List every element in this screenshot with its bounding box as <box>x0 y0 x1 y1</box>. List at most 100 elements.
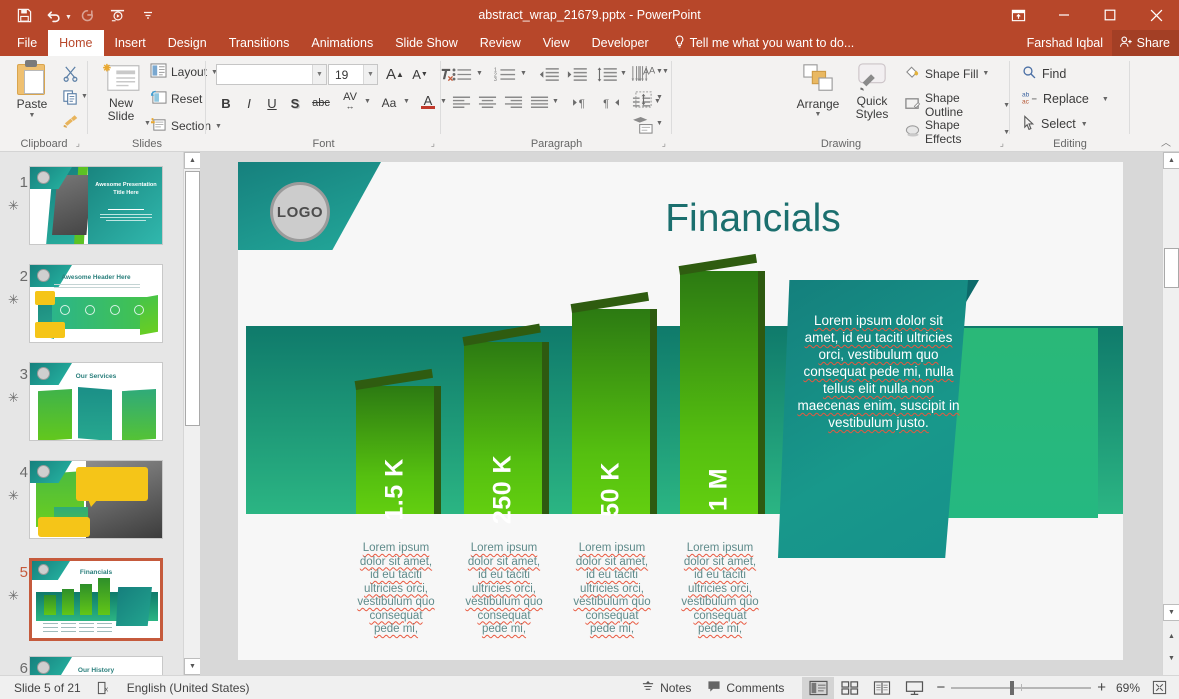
bar-caption-1[interactable]: Lorem ipsum dolor sit amet, id eu taciti… <box>357 542 435 637</box>
bold-button[interactable]: B <box>216 92 236 114</box>
zoom-in-button[interactable]: + <box>1091 676 1112 699</box>
line-spacing-dropdown-icon[interactable]: ▼ <box>620 70 627 77</box>
list-item[interactable]: 1 ✳ Awesome Presentation Title Here <box>0 166 186 246</box>
numbering-dropdown-icon[interactable]: ▼ <box>520 70 527 77</box>
canvas-scroll-down-icon[interactable]: ▼ <box>1163 604 1179 621</box>
thumb-scroll-thumb[interactable] <box>185 171 200 426</box>
thumb-scroll-up-icon[interactable]: ▲ <box>184 152 201 169</box>
tab-design[interactable]: Design <box>157 30 218 56</box>
slideshow-view-button[interactable] <box>898 677 930 699</box>
align-left-button[interactable] <box>449 92 473 112</box>
align-right-button[interactable] <box>501 92 525 112</box>
tab-file[interactable]: File <box>6 30 48 56</box>
slide-thumbnail-5[interactable]: Financials <box>29 558 163 641</box>
current-slide[interactable]: LOGO Financials 1.5 K 250 K 50 K 1 M Lor… <box>238 162 1123 660</box>
align-text-dropdown-icon[interactable]: ▼ <box>656 94 663 101</box>
list-item[interactable]: 3 ✳ Our Services <box>0 362 186 442</box>
numbering-button[interactable]: 123 <box>491 64 519 84</box>
canvas-scroll-thumb[interactable] <box>1164 248 1179 288</box>
text-direction-ltr-button[interactable]: ¶ <box>568 92 594 112</box>
drawing-dialog-launcher[interactable]: ⌟ <box>1000 138 1004 149</box>
paragraph-dialog-launcher[interactable]: ⌟ <box>662 138 666 149</box>
find-button[interactable]: Find <box>1022 65 1066 83</box>
slide-sorter-button[interactable] <box>834 677 866 699</box>
language-indicator[interactable]: English (United States) <box>119 676 258 699</box>
zoom-slider-handle[interactable] <box>1010 680 1014 695</box>
select-dropdown-icon[interactable]: ▼ <box>1081 121 1088 128</box>
zoom-slider[interactable] <box>951 676 1092 699</box>
normal-view-button[interactable] <box>802 676 835 699</box>
chart-bar-1[interactable]: 1.5 K <box>354 368 441 521</box>
arrange-dropdown-icon[interactable]: ▼ <box>815 111 822 118</box>
ribbon-display-options-icon[interactable] <box>995 0 1041 30</box>
format-painter-button[interactable] <box>58 109 84 131</box>
quick-styles-button[interactable]: Quick Styles <box>846 62 898 121</box>
tab-review[interactable]: Review <box>469 30 532 56</box>
text-direction-dropdown-icon[interactable]: ▼ <box>662 68 669 75</box>
align-center-button[interactable] <box>475 92 499 112</box>
select-button[interactable]: Select ▼ <box>1022 115 1088 133</box>
list-item[interactable]: 2 ✳ Awesome Header Here <box>0 264 186 344</box>
share-button[interactable]: Share <box>1111 30 1179 56</box>
shrink-font-button[interactable]: A ▼ <box>409 64 431 85</box>
thumbnail-pane-scrollbar[interactable]: ▲ ▼ <box>183 152 201 675</box>
bar-caption-2[interactable]: Lorem ipsum dolor sit amet, id eu taciti… <box>465 542 543 637</box>
justify-button[interactable] <box>527 92 551 112</box>
font-name-input[interactable]: ▼ <box>216 64 327 85</box>
comments-button[interactable]: Comments <box>699 676 792 699</box>
text-direction-rtl-button[interactable]: ¶ <box>598 92 624 112</box>
strikethrough-button[interactable]: abc <box>308 92 334 114</box>
list-item[interactable]: 4 ✳ <box>0 460 186 540</box>
chart-bar-3[interactable]: 50 K <box>570 291 657 517</box>
shape-outline-button[interactable]: Shape Outline ▼ <box>904 91 1010 119</box>
slide-thumbnail-6[interactable]: Our History <box>29 656 163 675</box>
align-text-button[interactable] <box>630 88 656 110</box>
bullets-button[interactable] <box>449 64 475 84</box>
slide-thumbnail-1[interactable]: Awesome Presentation Title Here <box>29 166 163 245</box>
text-shadow-button[interactable]: S <box>285 92 305 114</box>
vertical-text-button[interactable]: A <box>630 62 656 84</box>
italic-button[interactable]: I <box>239 92 259 114</box>
change-case-dropdown-icon[interactable]: ▼ <box>403 98 410 105</box>
font-size-dropdown-icon[interactable]: ▼ <box>363 65 377 84</box>
close-icon[interactable] <box>1133 0 1179 30</box>
smartart-dropdown-icon[interactable]: ▼ <box>656 120 663 127</box>
font-dialog-launcher[interactable]: ⌟ <box>431 138 435 149</box>
next-slide-icon[interactable]: ▼ <box>1163 650 1179 667</box>
tab-animations[interactable]: Animations <box>300 30 384 56</box>
justify-dropdown-icon[interactable]: ▼ <box>552 98 559 105</box>
slide-indicator[interactable]: Slide 5 of 21 <box>0 676 89 699</box>
previous-slide-icon[interactable]: ▲ <box>1163 628 1179 645</box>
zoom-out-button[interactable]: − <box>930 676 951 699</box>
accessibility-checker-icon[interactable]: x <box>89 676 119 699</box>
font-name-dropdown-icon[interactable]: ▼ <box>312 65 326 84</box>
fit-to-window-button[interactable] <box>1144 676 1179 699</box>
cut-button[interactable] <box>58 62 82 84</box>
arrange-button[interactable]: Arrange ▼ <box>794 62 842 118</box>
font-size-input[interactable]: 19 ▼ <box>328 64 378 85</box>
replace-button[interactable]: ab ac Replace ▼ <box>1022 90 1109 108</box>
change-case-button[interactable]: Aa <box>376 92 402 114</box>
new-slide-button[interactable]: New Slide <box>96 62 146 123</box>
maximize-icon[interactable] <box>1087 0 1133 30</box>
list-item[interactable]: 5 ✳ Financials <box>0 558 186 644</box>
replace-dropdown-icon[interactable]: ▼ <box>1102 96 1109 103</box>
slide-title[interactable]: Financials <box>538 197 968 241</box>
minimize-icon[interactable] <box>1041 0 1087 30</box>
tell-me-box[interactable]: Tell me what you want to do... <box>674 30 854 56</box>
decrease-indent-button[interactable] <box>535 64 561 84</box>
character-spacing-dropdown-icon[interactable]: ▼ <box>364 98 371 105</box>
paste-button[interactable]: Paste ▼ <box>8 60 56 134</box>
convert-to-smartart-button[interactable] <box>630 114 656 136</box>
reading-view-button[interactable] <box>866 677 898 699</box>
account-name[interactable]: Farshad Iqbal <box>1027 30 1103 56</box>
increase-indent-button[interactable] <box>563 64 589 84</box>
slide-canvas[interactable]: LOGO Financials 1.5 K 250 K 50 K 1 M Lor… <box>200 152 1162 675</box>
shape-fill-dropdown-icon[interactable]: ▼ <box>982 70 989 77</box>
slide-thumbnail-2[interactable]: Awesome Header Here <box>29 264 163 343</box>
chart-bar-4[interactable]: 1 M <box>678 253 765 514</box>
clipboard-dialog-launcher[interactable]: ⌟ <box>76 138 80 149</box>
reset-button[interactable]: Reset <box>150 90 202 108</box>
line-spacing-button[interactable] <box>593 64 619 84</box>
tab-home[interactable]: Home <box>48 30 104 56</box>
